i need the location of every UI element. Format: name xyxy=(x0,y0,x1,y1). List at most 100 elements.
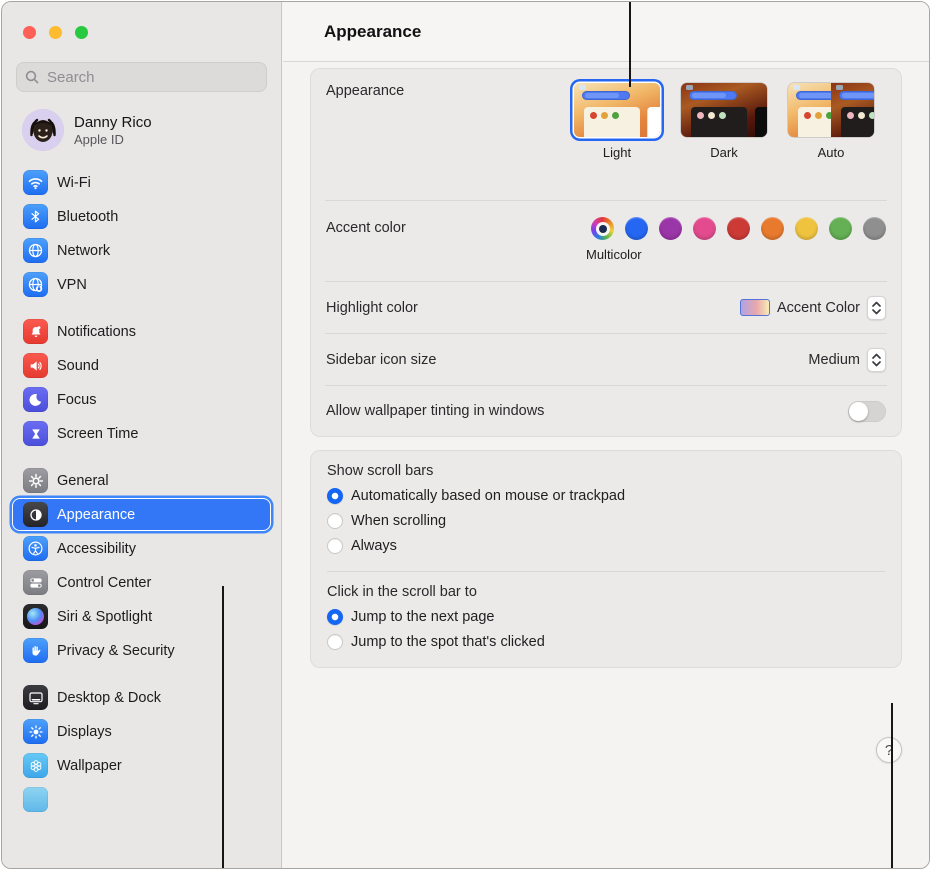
accent-color-pink[interactable] xyxy=(693,217,716,240)
sidebar-item-label: Screen Time xyxy=(57,425,139,442)
highlight-stepper[interactable] xyxy=(867,295,886,320)
appearance-icon xyxy=(23,502,48,527)
callout-line-theme xyxy=(629,2,631,87)
radio-unselected-icon[interactable] xyxy=(327,512,343,529)
sidebar-item-bluetooth[interactable]: Bluetooth xyxy=(12,200,271,233)
radio-selected-icon[interactable] xyxy=(327,608,343,625)
wallpaper-tinting-toggle[interactable] xyxy=(848,400,886,422)
theme-thumbnail-dark[interactable] xyxy=(681,83,767,137)
sidebar-item-screen-time[interactable]: Screen Time xyxy=(12,417,271,450)
sidebar-item-desktop-dock[interactable]: Desktop & Dock xyxy=(12,681,271,714)
theme-thumbnail-light[interactable] xyxy=(574,83,660,137)
search-field[interactable] xyxy=(16,62,267,92)
theme-label: Auto xyxy=(817,145,845,160)
callout-line-sidebar xyxy=(222,586,224,868)
accent-color-green[interactable] xyxy=(829,217,852,240)
sidebar-item-control-center[interactable]: Control Center xyxy=(12,566,271,599)
accent-color-purple[interactable] xyxy=(659,217,682,240)
sidebar-item-vpn[interactable]: VPN xyxy=(12,268,271,301)
theme-option-light[interactable]: Light xyxy=(574,83,660,160)
sidebar-item-wallpaper[interactable]: Wallpaper xyxy=(12,749,271,782)
hourglass-icon xyxy=(23,421,48,446)
scroll-bar-click-title: Click in the scroll bar to xyxy=(327,584,477,600)
sidebar-item-label: Wi-Fi xyxy=(57,174,91,191)
sidebar-size-stepper[interactable] xyxy=(867,347,886,372)
radio-unselected-icon[interactable] xyxy=(327,537,343,554)
radio-label: Automatically based on mouse or trackpad xyxy=(351,487,626,504)
search-input[interactable] xyxy=(45,67,258,87)
highlight-color-select[interactable]: Accent Color xyxy=(739,295,886,320)
theme-picker: Light Dark Auto xyxy=(574,83,874,160)
sun-icon xyxy=(23,719,48,744)
radio-unselected-icon[interactable] xyxy=(327,633,343,650)
sidebar-item-appearance[interactable]: Appearance xyxy=(12,498,271,531)
show-scroll-bars-option-2[interactable]: Always xyxy=(327,533,885,558)
show-scroll-bars-title: Show scroll bars xyxy=(327,463,434,479)
apple-id-profile[interactable]: Danny Rico Apple ID xyxy=(22,109,267,151)
sidebar-item-label: Bluetooth xyxy=(57,208,119,225)
sidebar-item-clipped-item[interactable] xyxy=(12,783,271,816)
accent-color-red[interactable] xyxy=(727,217,750,240)
sidebar-item-general[interactable]: General xyxy=(12,464,271,497)
accent-color-orange[interactable] xyxy=(761,217,784,240)
show-scroll-bars-group: Show scroll bars Automatically based on … xyxy=(311,451,901,571)
show-scroll-bars-option-0[interactable]: Automatically based on mouse or trackpad xyxy=(327,483,885,508)
hand-icon xyxy=(23,638,48,663)
sidebar-item-label: VPN xyxy=(57,276,87,293)
sidebar-item-focus[interactable]: Focus xyxy=(12,383,271,416)
appearance-row-label: Appearance xyxy=(326,83,405,99)
radio-label: Jump to the next page xyxy=(351,608,495,625)
theme-thumbnail-auto[interactable] xyxy=(788,83,874,137)
speaker-icon xyxy=(23,353,48,378)
gear-icon xyxy=(23,468,48,493)
moon-icon xyxy=(23,387,48,412)
traffic-lights xyxy=(12,2,271,39)
sidebar-item-wifi[interactable]: Wi-Fi xyxy=(12,166,271,199)
help-button[interactable]: ? xyxy=(876,737,902,763)
sidebar-item-label: Control Center xyxy=(57,574,152,591)
main-pane: Appearance Appearance Light Dark Auto Ac… xyxy=(283,2,929,868)
bell-icon xyxy=(23,319,48,344)
sidebar-item-label: Privacy & Security xyxy=(57,642,175,659)
pane-header: Appearance xyxy=(283,2,929,62)
show-scroll-bars-option-1[interactable]: When scrolling xyxy=(327,508,885,533)
highlight-row-label: Highlight color xyxy=(326,299,418,316)
sidebar-item-label: General xyxy=(57,472,109,489)
multicolor-caption: Multicolor xyxy=(586,247,642,262)
sidebar-size-row-label: Sidebar icon size xyxy=(326,351,437,368)
callout-line-help xyxy=(891,703,893,868)
sidebar-item-label: Network xyxy=(57,242,111,259)
radio-label: Always xyxy=(351,537,397,554)
sidebar-item-displays[interactable]: Displays xyxy=(12,715,271,748)
sidebar-item-sound[interactable]: Sound xyxy=(12,349,271,382)
accent-color-gray[interactable] xyxy=(863,217,886,240)
sidebar-item-label: Desktop & Dock xyxy=(57,689,161,706)
accent-color-blue[interactable] xyxy=(625,217,648,240)
accent-color-multicolor[interactable] xyxy=(591,217,614,240)
sidebar-item-siri-spotlight[interactable]: Siri & Spotlight xyxy=(12,600,271,633)
sidebar-item-network[interactable]: Network xyxy=(12,234,271,267)
scroll-bar-click-option-0[interactable]: Jump to the next page xyxy=(327,604,885,629)
sidebar-size-value: Medium xyxy=(808,351,860,368)
zoom-button[interactable] xyxy=(75,26,88,39)
none-icon xyxy=(23,787,48,812)
sidebar-item-accessibility[interactable]: Accessibility xyxy=(12,532,271,565)
close-button[interactable] xyxy=(23,26,36,39)
accessibility-icon xyxy=(23,536,48,561)
radio-selected-icon[interactable] xyxy=(327,487,343,504)
sidebar-item-label: Sound xyxy=(57,357,99,374)
sidebar-size-select[interactable]: Medium xyxy=(808,347,886,372)
vpn-icon xyxy=(23,272,48,297)
accent-color-yellow[interactable] xyxy=(795,217,818,240)
sidebar-item-notifications[interactable]: Notifications xyxy=(12,315,271,348)
sidebar-item-privacy-security[interactable]: Privacy & Security xyxy=(12,634,271,667)
theme-option-dark[interactable]: Dark xyxy=(681,83,767,160)
sidebar-item-label: Siri & Spotlight xyxy=(57,608,153,625)
radio-label: When scrolling xyxy=(351,512,447,529)
scroll-bar-click-option-1[interactable]: Jump to the spot that's clicked xyxy=(327,629,885,654)
sidebar-nav: Wi-Fi Bluetooth Network VPN Notifications Sou… xyxy=(12,166,271,816)
sidebar-item-label: Accessibility xyxy=(57,540,136,557)
globe-icon xyxy=(23,238,48,263)
theme-option-auto[interactable]: Auto xyxy=(788,83,874,160)
minimize-button[interactable] xyxy=(49,26,62,39)
